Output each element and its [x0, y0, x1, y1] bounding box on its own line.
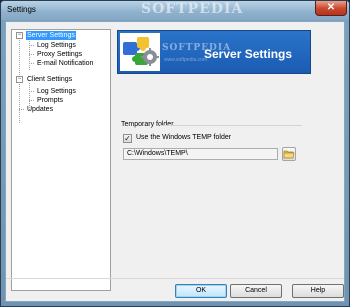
tree-item-proxy-settings[interactable]: Proxy Settings	[36, 50, 83, 59]
close-button[interactable]: ✕	[315, 1, 347, 16]
footer-divider	[6, 278, 344, 279]
use-windows-temp-checkbox[interactable]: ✓	[123, 134, 132, 143]
folder-icon	[283, 150, 295, 159]
softpedia-watermark: SOFTPEDIA	[141, 1, 244, 17]
help-button[interactable]: Help	[292, 284, 344, 298]
page-title: Server Settings	[204, 47, 293, 61]
tree-item-client-settings[interactable]: Client Settings	[26, 75, 73, 84]
window-title: Settings	[7, 5, 36, 14]
tree-item-client-log-settings[interactable]: Log Settings	[36, 87, 77, 96]
cancel-button[interactable]: Cancel	[230, 284, 282, 298]
temp-folder-path-field[interactable]: C:\Windows\TEMP\	[123, 148, 278, 160]
browse-folder-button[interactable]	[282, 147, 296, 161]
collapse-toggle[interactable]: −	[16, 32, 23, 39]
group-divider	[160, 125, 302, 126]
tree-connector	[19, 109, 24, 110]
settings-tree[interactable]: − − Server Settings Log Settings Proxy S…	[11, 29, 111, 291]
tree-connector	[29, 91, 34, 92]
tree-item-updates[interactable]: Updates	[26, 105, 54, 114]
use-windows-temp-label[interactable]: Use the Windows TEMP folder	[136, 134, 231, 141]
tree-item-email-notification[interactable]: E-mail Notification	[36, 59, 94, 68]
tree-item-server-log-settings[interactable]: Log Settings	[36, 41, 77, 50]
tree-item-server-settings[interactable]: Server Settings	[26, 31, 76, 40]
settings-window: Settings SOFTPEDIA ✕ − − Server Settings…	[0, 0, 350, 307]
tree-item-prompts[interactable]: Prompts	[36, 96, 64, 105]
dialog-client-area: − − Server Settings Log Settings Proxy S…	[5, 21, 345, 302]
tree-connector	[29, 63, 34, 64]
ok-button[interactable]: OK	[175, 284, 227, 298]
tree-connector	[29, 54, 34, 55]
tree-connector	[29, 100, 34, 101]
tree-connector	[29, 45, 34, 46]
collapse-toggle[interactable]: −	[16, 76, 23, 83]
title-bar[interactable]: Settings SOFTPEDIA ✕	[1, 1, 349, 20]
page-header-banner: SOFTPEDIA www.softpedia.com Server Setti…	[117, 30, 311, 74]
gears-puzzle-icon	[120, 33, 160, 71]
banner-watermark-url: www.softpedia.com	[164, 57, 208, 63]
